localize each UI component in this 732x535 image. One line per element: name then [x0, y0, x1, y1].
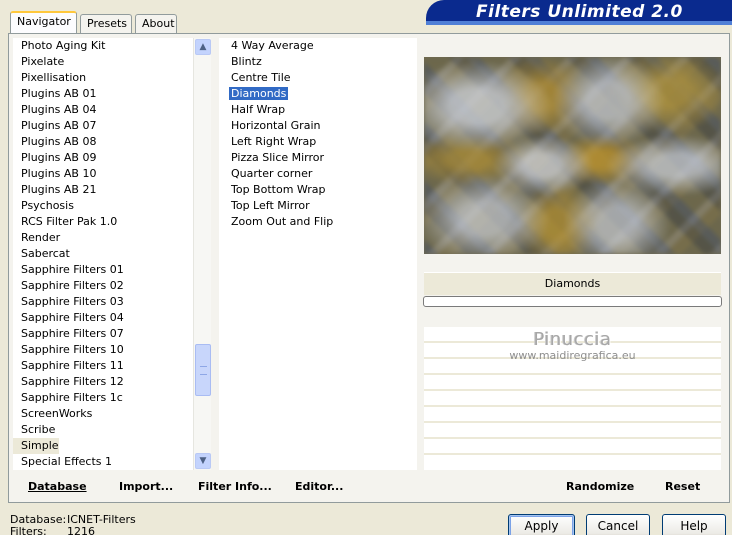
filter-item-label: Top Bottom Wrap: [231, 183, 326, 196]
category-item[interactable]: Plugins AB 04: [13, 102, 193, 118]
filter-item-label: Centre Tile: [231, 71, 291, 84]
category-item[interactable]: Sapphire Filters 12: [13, 374, 193, 390]
filter-item[interactable]: 4 Way Average: [219, 38, 417, 54]
category-item[interactable]: Sabercat: [13, 246, 193, 262]
category-item[interactable]: Sapphire Filters 01: [13, 262, 193, 278]
app-title: Filters Unlimited 2.0: [476, 2, 683, 22]
category-list[interactable]: Photo Aging Kit Pixelate Pixellisation Plug…: [13, 38, 211, 470]
filter-item-label: 4 Way Average: [231, 39, 314, 52]
scroll-down-button[interactable]: ▼: [195, 453, 211, 469]
scrollbar-thumb[interactable]: [195, 344, 211, 396]
apply-button[interactable]: Apply: [508, 514, 575, 535]
tab-presets[interactable]: Presets: [80, 14, 132, 33]
category-item[interactable]: Sapphire Filters 07: [13, 326, 193, 342]
category-item[interactable]: Sapphire Filters 02: [13, 278, 193, 294]
category-item[interactable]: Plugins AB 10: [13, 166, 193, 182]
progress-bar: [423, 296, 722, 307]
database-button[interactable]: Database: [28, 474, 87, 500]
watermark-name: Pinuccia: [533, 329, 612, 350]
filter-item[interactable]: Centre Tile: [219, 70, 417, 86]
category-item[interactable]: Pixellisation: [13, 70, 193, 86]
category-item[interactable]: Sapphire Filters 10: [13, 342, 193, 358]
reset-button[interactable]: Reset: [665, 474, 700, 500]
filter-items: 4 Way Average Blintz Centre Tile Diamonds Ha…: [219, 38, 417, 230]
filters-label: Filters:: [10, 525, 47, 535]
cancel-button[interactable]: Cancel: [586, 514, 650, 535]
scroll-up-button[interactable]: ▲: [195, 39, 211, 55]
filter-item-label: Blintz: [231, 55, 262, 68]
chevron-down-icon: ▼: [199, 456, 207, 466]
category-item[interactable]: Sapphire Filters 1c: [13, 390, 193, 406]
category-item[interactable]: Simple: [13, 438, 59, 454]
preview-image: [424, 57, 721, 254]
filter-item[interactable]: Half Wrap: [219, 102, 417, 118]
filter-item[interactable]: Diamonds: [219, 86, 417, 102]
filter-item-label: Zoom Out and Flip: [231, 215, 334, 228]
category-scrollbar[interactable]: ▲ ▼: [193, 38, 211, 470]
tab-navigator[interactable]: Navigator: [10, 11, 77, 33]
category-item[interactable]: ScreenWorks: [13, 406, 193, 422]
editor-button[interactable]: Editor...: [295, 474, 343, 500]
chevron-up-icon: ▲: [199, 42, 207, 52]
category-item[interactable]: RCS Filter Pak 1.0: [13, 214, 193, 230]
category-item[interactable]: Plugins AB 09: [13, 150, 193, 166]
filter-info-button[interactable]: Filter Info...: [198, 474, 272, 500]
category-item[interactable]: Render: [13, 230, 193, 246]
preview-art: [424, 57, 721, 254]
tab-about[interactable]: About: [135, 14, 177, 33]
filter-item[interactable]: Top Bottom Wrap: [219, 182, 417, 198]
filter-item[interactable]: Blintz: [219, 54, 417, 70]
filter-item[interactable]: Pizza Slice Mirror: [219, 150, 417, 166]
filter-item[interactable]: Horizontal Grain: [219, 118, 417, 134]
category-item[interactable]: Sapphire Filters 03: [13, 294, 193, 310]
parameter-row: [424, 423, 721, 439]
parameter-row: [424, 375, 721, 391]
filter-item-label: Quarter corner: [231, 167, 313, 180]
category-item[interactable]: Sapphire Filters 11: [13, 358, 193, 374]
import-button[interactable]: Import...: [119, 474, 173, 500]
category-item[interactable]: Sapphire Filters 04: [13, 310, 193, 326]
watermark-url: www.maidiregrafica.eu: [509, 349, 636, 362]
filter-list[interactable]: 4 Way Average Blintz Centre Tile Diamonds Ha…: [219, 38, 417, 470]
category-item[interactable]: Plugins AB 21: [13, 182, 193, 198]
category-item[interactable]: Special Effects 1: [13, 454, 193, 470]
filter-item[interactable]: Top Left Mirror: [219, 198, 417, 214]
filter-item[interactable]: Zoom Out and Flip: [219, 214, 417, 230]
category-items: Photo Aging Kit Pixelate Pixellisation Plug…: [13, 38, 193, 470]
category-item[interactable]: Pixelate: [13, 54, 193, 70]
filter-item[interactable]: Left Right Wrap: [219, 134, 417, 150]
category-item[interactable]: Plugins AB 07: [13, 118, 193, 134]
filter-item-label: Half Wrap: [231, 103, 286, 116]
help-button[interactable]: Help: [662, 514, 726, 535]
filter-item-label: Diamonds: [229, 87, 289, 100]
category-item[interactable]: Plugins AB 01: [13, 86, 193, 102]
category-item[interactable]: Scribe: [13, 422, 193, 438]
randomize-button[interactable]: Randomize: [566, 474, 634, 500]
filter-item-label: Left Right Wrap: [231, 135, 317, 148]
title-banner: Filters Unlimited 2.0: [426, 0, 732, 25]
filter-item-label: Pizza Slice Mirror: [231, 151, 325, 164]
category-item[interactable]: Psychosis: [13, 198, 193, 214]
watermark: Pinuccia www.maidiregrafica.eu: [424, 329, 721, 363]
parameter-row: [424, 407, 721, 423]
parameter-row: [424, 391, 721, 407]
filter-item[interactable]: Quarter corner: [219, 166, 417, 182]
filter-item-label: Top Left Mirror: [231, 199, 310, 212]
parameter-row: [424, 439, 721, 455]
category-item[interactable]: Photo Aging Kit: [13, 38, 193, 54]
category-item[interactable]: Plugins AB 08: [13, 134, 193, 150]
status-info: Database:ICNET-Filters Filters: 1216: [10, 514, 136, 535]
filters-count: 1216: [67, 525, 95, 535]
filter-item-label: Horizontal Grain: [231, 119, 321, 132]
current-filter-label: Diamonds: [424, 273, 721, 295]
